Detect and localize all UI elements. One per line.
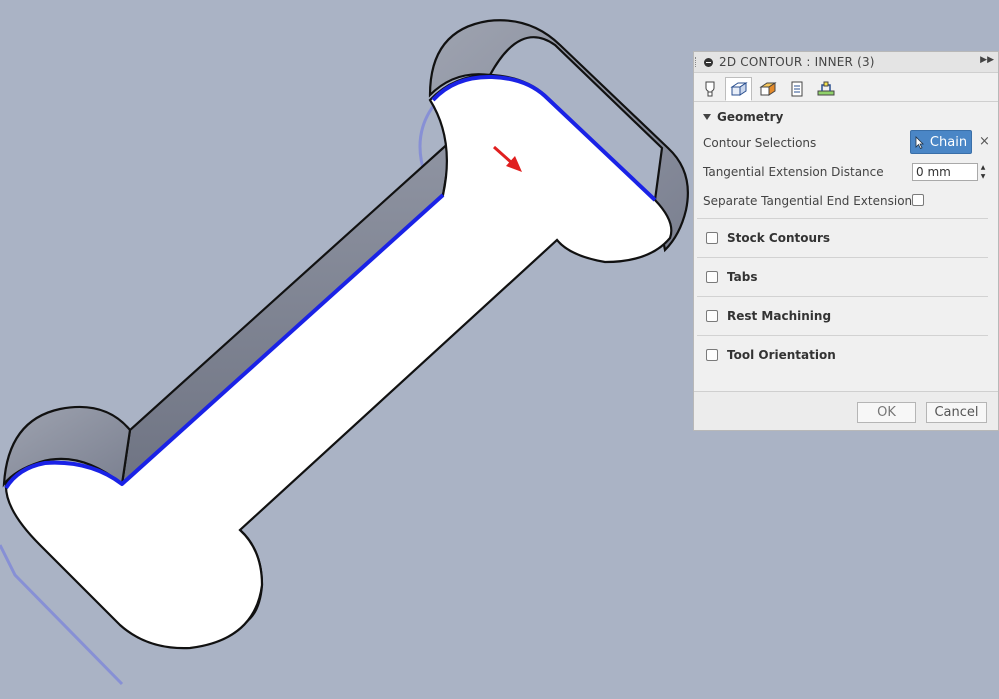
heights-icon <box>758 82 777 96</box>
tangential-extension-label: Tangential Extension Distance <box>703 164 884 179</box>
contour-selections-label: Contour Selections <box>703 135 817 150</box>
dialog-title: 2D CONTOUR : INNER (3) <box>719 55 875 69</box>
geometry-icon <box>729 82 748 96</box>
passes-icon <box>791 81 802 97</box>
tangential-extension-input[interactable] <box>912 163 978 181</box>
minimize-icon[interactable] <box>704 57 713 67</box>
tab-geometry[interactable] <box>725 77 752 101</box>
tool-orientation-label: Tool Orientation <box>727 348 836 362</box>
pocket-floor[interactable] <box>4 73 673 650</box>
cancel-button[interactable]: Cancel <box>926 402 987 423</box>
chain-button-label: Chain <box>929 134 968 150</box>
tabs-label: Tabs <box>727 270 758 284</box>
stock-contours-label: Stock Contours <box>727 231 831 245</box>
group-rest-machining[interactable]: Rest Machining <box>697 296 988 335</box>
clear-selection-icon[interactable]: × <box>979 134 990 149</box>
separate-tangential-label: Separate Tangential End Extension <box>703 193 913 208</box>
contour-selections-row: Contour Selections Chain × <box>694 128 998 157</box>
rest-machining-checkbox[interactable] <box>706 310 718 322</box>
group-stock-contours[interactable]: Stock Contours <box>697 218 988 257</box>
spinner-icon[interactable]: ▲ ▼ <box>978 163 988 181</box>
collapse-triangle-icon <box>703 114 711 120</box>
cursor-arrow-icon <box>915 135 924 149</box>
chain-selection-button[interactable]: Chain <box>910 130 972 154</box>
contour-dialog: 2D CONTOUR : INNER (3) ▶▶ Geometry Conto… <box>693 51 999 431</box>
tab-tool[interactable] <box>696 77 723 101</box>
group-tabs[interactable]: Tabs <box>697 257 988 296</box>
dialog-tabbar <box>694 73 998 102</box>
geometry-heading: Geometry <box>717 110 784 124</box>
tab-heights[interactable] <box>754 77 781 101</box>
linking-icon <box>817 81 834 96</box>
geometry-section-header[interactable]: Geometry <box>694 106 998 128</box>
tab-linking[interactable] <box>812 77 839 101</box>
tabs-checkbox[interactable] <box>706 271 718 283</box>
separate-tangential-checkbox[interactable] <box>912 194 924 206</box>
tool-orientation-checkbox[interactable] <box>706 349 718 361</box>
drag-grip-icon[interactable] <box>695 57 698 67</box>
tangential-extension-row: Tangential Extension Distance ▲▼ <box>694 157 998 186</box>
tab-passes[interactable] <box>783 77 810 101</box>
dialog-titlebar[interactable]: 2D CONTOUR : INNER (3) ▶▶ <box>694 52 998 73</box>
tool-icon <box>705 81 714 97</box>
separate-tangential-row: Separate Tangential End Extension <box>694 186 998 215</box>
dialog-footer: OK Cancel <box>694 391 998 430</box>
stock-contours-checkbox[interactable] <box>706 232 718 244</box>
ok-button[interactable]: OK <box>857 402 916 423</box>
group-tool-orientation[interactable]: Tool Orientation <box>697 335 988 374</box>
expand-icon[interactable]: ▶▶ <box>980 55 994 65</box>
rest-machining-label: Rest Machining <box>727 309 832 323</box>
